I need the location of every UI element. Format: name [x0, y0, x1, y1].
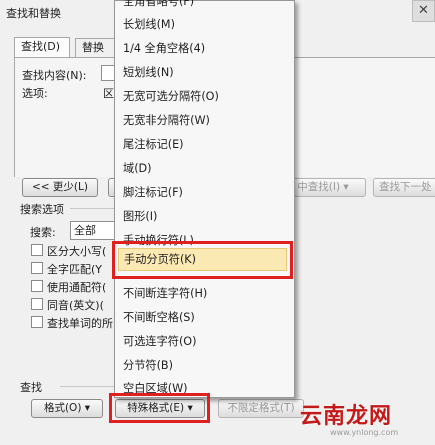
close-button[interactable]: ✕ [412, 0, 435, 22]
match-case-label: 区分大小写( [47, 245, 107, 258]
whole-word-label: 全字匹配(Y [47, 263, 103, 276]
special-format-menu: 全角省略号(F) 长划线(M) 1/4 全角空格(4) 短划线(N) 无宽可选分… [114, 0, 295, 398]
options-value: 区 [103, 87, 114, 100]
wildcards-checkbox[interactable] [31, 280, 43, 292]
dialog-title: 查找和替换 [6, 7, 61, 20]
all-word-forms-checkbox[interactable] [31, 316, 43, 328]
menu-item[interactable]: 无宽可选分隔符(O) [123, 86, 286, 108]
sounds-like-checkbox[interactable] [31, 298, 43, 310]
whole-word-checkbox[interactable] [31, 262, 43, 274]
menu-item[interactable]: 脚注标记(F) [123, 182, 286, 204]
menu-item[interactable]: 无宽非分隔符(W) [123, 110, 286, 132]
highlight-box [112, 241, 293, 279]
find-what-label: 查找内容(N): [22, 69, 87, 82]
menu-item[interactable]: 域(D) [123, 158, 286, 180]
watermark-url: www.ynlong.com [330, 428, 399, 437]
find-next-button[interactable]: 查找下一处 [373, 178, 435, 197]
menu-item[interactable]: 可选连字符(O) [123, 331, 286, 353]
sounds-like-label: 同音(英文)( [47, 299, 104, 312]
menu-item[interactable]: 尾注标记(E) [123, 134, 286, 156]
find-section-label: 查找 [20, 381, 42, 394]
tab-find[interactable]: 查找(D) [14, 37, 70, 58]
match-case-checkbox[interactable] [31, 244, 43, 256]
options-label: 选项: [22, 87, 48, 100]
menu-item[interactable]: 不间断连字符(H) [123, 283, 286, 305]
menu-item[interactable]: 不间断空格(S) [123, 307, 286, 329]
search-direction-label: 搜索: [30, 226, 56, 239]
format-button[interactable]: 格式(O) ▾ [31, 399, 103, 418]
menu-item[interactable]: 全角省略号(F) [123, 0, 286, 13]
search-direction-select[interactable]: 全部 [70, 221, 116, 240]
less-button[interactable]: << 更少(L) [22, 178, 98, 197]
watermark-logo: 云南龙网 [300, 404, 393, 429]
search-options-title: 搜索选项 [20, 203, 64, 216]
menu-item[interactable]: 短划线(N) [123, 62, 286, 84]
menu-item[interactable]: 长划线(M) [123, 14, 286, 36]
no-formatting-button[interactable]: 不限定格式(T) [218, 399, 304, 418]
highlight-box [109, 393, 210, 423]
wildcards-label: 使用通配符( [47, 281, 107, 294]
menu-item[interactable]: 图形(I) [123, 206, 286, 228]
all-word-forms-label: 查找单词的所 [47, 317, 113, 330]
menu-item[interactable]: 1/4 全角空格(4) [123, 38, 286, 60]
divider [70, 208, 115, 209]
divider [60, 386, 115, 387]
menu-item[interactable]: 分节符(B) [123, 355, 286, 377]
